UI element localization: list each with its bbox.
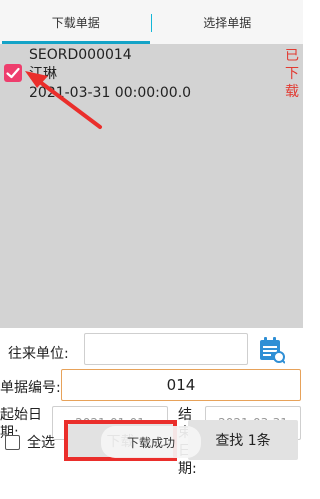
- select-all-label: 全选: [27, 435, 55, 451]
- select-all-toggle[interactable]: 全选: [5, 432, 55, 452]
- doc-no-label: 单据编号:: [0, 380, 61, 396]
- item-details: SEORD000014 江琳 2021-03-31 00:00:00.0: [29, 46, 191, 103]
- partner-label: 往来单位:: [8, 346, 69, 362]
- partner-picker-icon[interactable]: [259, 336, 285, 364]
- item-status: 已下载: [285, 48, 299, 100]
- doc-no-input[interactable]: 014: [61, 369, 301, 401]
- tab-label: 选择单据: [203, 15, 252, 30]
- select-all-checkbox[interactable]: [5, 434, 20, 450]
- item-checkbox[interactable]: [4, 64, 22, 82]
- item-order-no: SEORD000014: [29, 47, 132, 63]
- item-name: 江琳: [29, 66, 57, 82]
- partner-input[interactable]: [84, 333, 248, 365]
- item-datetime: 2021-03-31 00:00:00.0: [29, 85, 192, 101]
- tab-download-docs[interactable]: 下载单据: [0, 0, 152, 44]
- tab-divider: [151, 14, 152, 32]
- tab-bar: 下载单据 选择单据: [0, 0, 303, 44]
- check-icon: [6, 67, 20, 79]
- tab-label: 下载单据: [51, 15, 100, 30]
- tab-select-docs[interactable]: 选择单据: [152, 0, 304, 44]
- search-button[interactable]: 查找 1条: [188, 420, 298, 460]
- toast-message: 下载成功: [101, 426, 201, 458]
- list-item[interactable]: SEORD000014 江琳 2021-03-31 00:00:00.0 已下载: [0, 44, 303, 106]
- document-list[interactable]: SEORD000014 江琳 2021-03-31 00:00:00.0 已下载: [0, 44, 303, 328]
